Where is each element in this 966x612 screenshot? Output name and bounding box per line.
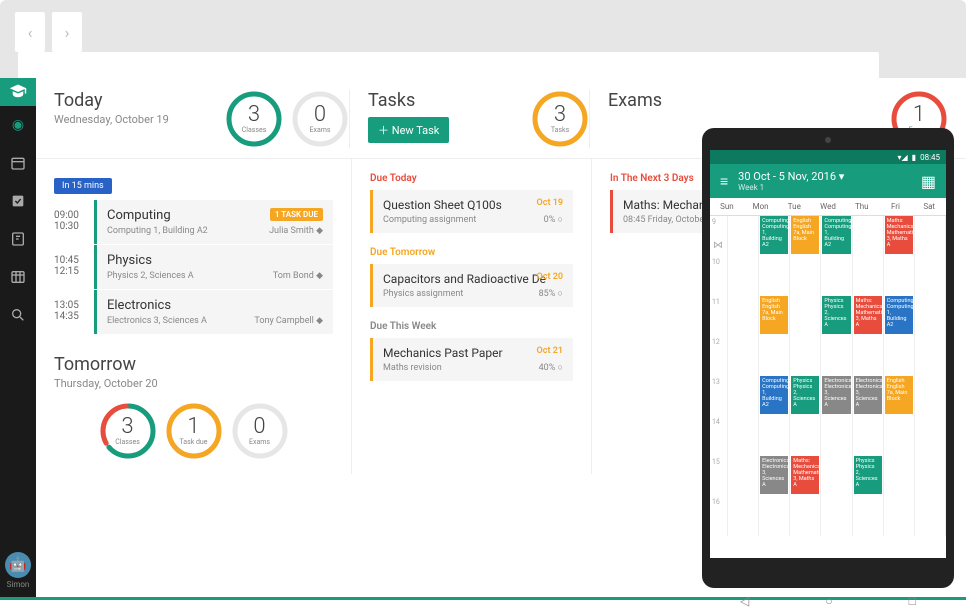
day-header: Thu (845, 198, 879, 215)
stat-ring: 0Exams (291, 90, 349, 148)
class-time: 10:4512:15 (54, 245, 94, 289)
day-header: Sat (912, 198, 946, 215)
class-time: 13:0514:35 (54, 290, 94, 334)
calendar-event[interactable]: Computing Computing 1, Building A2 (760, 376, 788, 414)
calendar-event[interactable]: Physics Physics 2, Sciences A (822, 296, 850, 334)
day-header: Sun (710, 198, 744, 215)
search-icon[interactable] (0, 296, 36, 334)
tomorrow-date: Thursday, October 20 (54, 377, 333, 390)
class-card[interactable]: 1 TASK DUE Computing Computing 1, Buildi… (94, 200, 333, 244)
stat-ring: 0Exams (231, 402, 289, 460)
hamburger-icon[interactable]: ≡ (720, 173, 728, 190)
today-date: Wednesday, October 19 (54, 113, 169, 126)
calendar-event[interactable]: Computing Computing 1, Building A2 (760, 216, 788, 254)
day-column (728, 216, 759, 536)
calendar-event[interactable]: Maths: Mechanics Mathematics 3, Maths A (885, 216, 913, 254)
android-home-icon[interactable]: ○ (825, 594, 832, 608)
class-card[interactable]: Electronics Electronics 3, Sciences A To… (94, 290, 333, 334)
calendar-event[interactable]: Electronics Electronics 3, Sciences A (854, 376, 882, 414)
day-column: Maths: Mechanics Mathematics 3, Maths A C… (884, 216, 915, 536)
task-section-header: Due Today (370, 173, 573, 184)
calendar-event[interactable]: Maths: Mechanics Mathematics 3, Maths A (854, 296, 882, 334)
calendar-event[interactable]: English English 7a, Main Block (885, 376, 913, 414)
tasks-title: Tasks (368, 90, 449, 111)
day-column: Computing Computing 1, Building A2 Physic… (821, 216, 852, 536)
calendar-event[interactable]: Physics Physics 2, Sciences A (854, 456, 882, 494)
tablet-status-bar: ▾◢▮08:45 (710, 150, 946, 164)
calendar-today-icon[interactable]: ▦ (921, 172, 936, 191)
task-due-badge: 1 TASK DUE (270, 208, 323, 221)
day-header: Wed (811, 198, 845, 215)
day-column (915, 216, 946, 536)
android-back-icon[interactable]: ◁ (740, 594, 749, 608)
time-badge: In 15 mins (54, 178, 112, 194)
day-column: Maths: Mechanics Mathematics 3, Maths A E… (853, 216, 884, 536)
day-column: Computing Computing 1, Building A2 Englis… (759, 216, 790, 536)
sidebar: ◉ 🤖 Simon (0, 78, 36, 597)
exams-title: Exams (608, 90, 662, 111)
exams-icon[interactable] (0, 220, 36, 258)
today-title: Today (54, 90, 169, 111)
calendar-event[interactable]: Maths: Mechanics Mathematics 3, Maths A (791, 456, 819, 494)
task-card[interactable]: Capacitors and Radioactive De Physics as… (370, 264, 573, 307)
calendar-event[interactable]: Computing Computing 1, Building A2 (822, 216, 850, 254)
day-header: Tue (777, 198, 811, 215)
forward-button[interactable]: › (52, 12, 82, 52)
browser-chrome: ‹ › (0, 0, 966, 78)
new-task-button[interactable]: ＋ New Task (368, 117, 449, 143)
stat-ring: 3Classes (99, 402, 157, 460)
day-column: English English 7a, Main Block Physics Ph… (790, 216, 821, 536)
android-recent-icon[interactable]: □ (909, 594, 916, 608)
calendar-event[interactable]: Electronics Electronics 3, Sciences A (822, 376, 850, 414)
day-header: Fri (879, 198, 913, 215)
calendar-event[interactable]: Computing Computing 1, Building A2 (885, 296, 913, 334)
user-name: Simon (5, 580, 31, 589)
day-header: Mon (744, 198, 778, 215)
app-logo[interactable] (0, 78, 36, 106)
schedule-icon[interactable] (0, 258, 36, 296)
stat-ring: 1Task due (165, 402, 223, 460)
task-section-header: Due This Week (370, 321, 573, 332)
calendar-icon[interactable] (0, 144, 36, 182)
calendar-event[interactable]: Physics Physics 2, Sciences A (791, 376, 819, 414)
avatar[interactable]: 🤖 (5, 552, 31, 578)
class-time: 09:0010:30 (54, 200, 94, 244)
calendar-event[interactable]: English English 7a, Main Block (760, 296, 788, 334)
tablet-mockup: ▾◢▮08:45 ≡ 30 Oct - 5 Nov, 2016 ▾ Week 1… (702, 128, 954, 588)
stat-ring: 3Tasks (531, 90, 589, 148)
dashboard-icon[interactable]: ◉ (0, 106, 36, 144)
task-section-header: Due Tomorrow (370, 247, 573, 258)
calendar-event[interactable]: Electronics Electronics 3, Sciences A (760, 456, 788, 494)
calendar-event[interactable]: English English 7a, Main Block (791, 216, 819, 254)
task-card[interactable]: Mechanics Past Paper Maths revision Oct … (370, 338, 573, 381)
back-button[interactable]: ‹ (15, 12, 45, 52)
task-card[interactable]: Question Sheet Q100s Computing assignmen… (370, 190, 573, 233)
unlink-icon[interactable]: ⋈ (713, 240, 723, 251)
tasks-icon[interactable] (0, 182, 36, 220)
stat-ring: 3Classes (225, 90, 283, 148)
tomorrow-title: Tomorrow (54, 354, 333, 375)
class-card[interactable]: Physics Physics 2, Sciences A Tom Bond ◆ (94, 245, 333, 289)
